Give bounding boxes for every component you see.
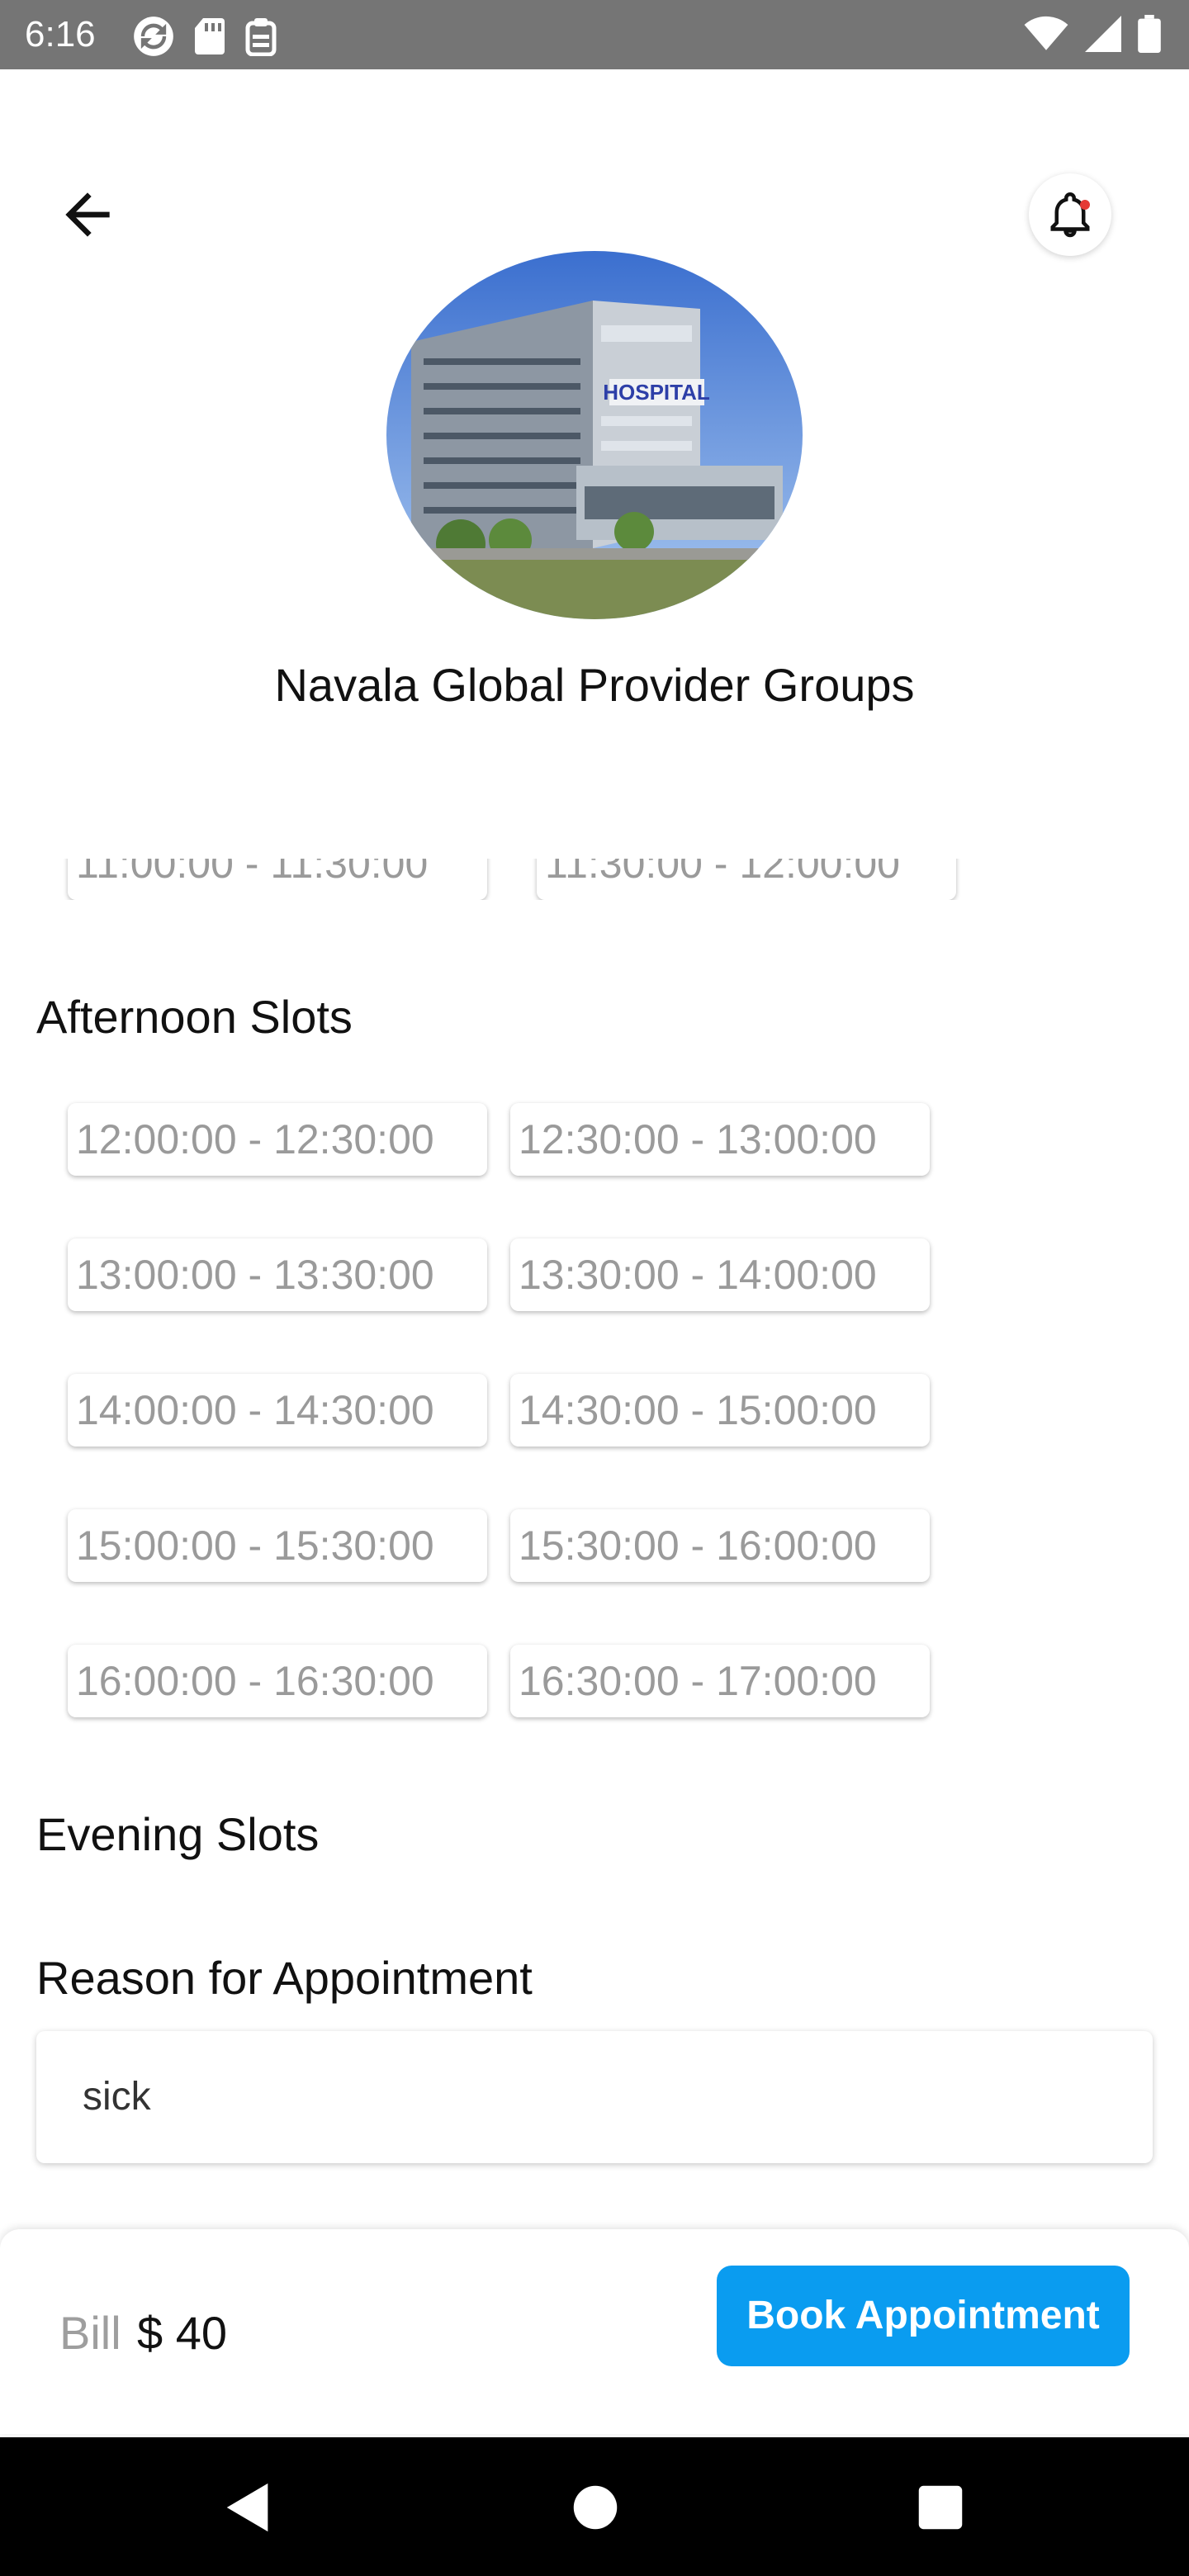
afternoon-slots-title: Afternoon Slots <box>36 991 353 1043</box>
nav-home-icon[interactable] <box>566 2479 624 2536</box>
time-slot[interactable]: 14:00:00 - 14:30:00 <box>68 1374 487 1447</box>
status-bar: 6:16 <box>0 0 1189 69</box>
hospital-image: HOSPITAL <box>386 251 803 619</box>
time-slot[interactable]: 13:30:00 - 14:00:00 <box>510 1238 930 1311</box>
battery-icon <box>1138 15 1161 53</box>
navigation-bar <box>0 2437 1189 2576</box>
bill-label: Bill <box>59 2307 121 2359</box>
time-slot[interactable]: 11:00:00 - 11:30:00 <box>68 859 487 900</box>
bill-bar: Bill $ 40 Book Appointment <box>0 2229 1189 2434</box>
time-slot[interactable]: 16:30:00 - 17:00:00 <box>510 1645 930 1717</box>
reason-title: Reason for Appointment <box>36 1952 533 2004</box>
signal-icon <box>1085 16 1121 52</box>
sd-card-icon <box>195 18 225 54</box>
provider-name: Navala Global Provider Groups <box>274 659 915 711</box>
time-slot[interactable]: 15:00:00 - 15:30:00 <box>68 1509 487 1582</box>
time-slot[interactable]: 16:00:00 - 16:30:00 <box>68 1645 487 1717</box>
time-slot[interactable]: 12:00:00 - 12:30:00 <box>68 1103 487 1176</box>
provider-avatar: HOSPITAL <box>386 251 803 619</box>
bell-icon <box>1050 192 1090 238</box>
evening-slots-title: Evening Slots <box>36 1808 320 1860</box>
clipboard-icon <box>245 18 277 56</box>
nav-recents-icon[interactable] <box>912 2479 969 2536</box>
status-time: 6:16 <box>25 14 96 54</box>
time-slot[interactable]: 14:30:00 - 15:00:00 <box>510 1374 930 1447</box>
sync-icon <box>134 17 173 56</box>
time-slot[interactable]: 15:30:00 - 16:00:00 <box>510 1509 930 1582</box>
bill-amount: $ 40 <box>137 2307 227 2359</box>
notification-button[interactable] <box>1029 173 1111 256</box>
arrow-left-icon <box>65 192 110 237</box>
book-appointment-button[interactable]: Book Appointment <box>717 2266 1130 2366</box>
notification-dot <box>1080 200 1090 210</box>
wifi-icon <box>1024 16 1068 50</box>
time-slot[interactable]: 11:30:00 - 12:00:00 <box>537 859 956 900</box>
nav-back-icon[interactable] <box>220 2479 277 2536</box>
time-slot[interactable]: 12:30:00 - 13:00:00 <box>510 1103 930 1176</box>
back-button[interactable] <box>54 182 121 248</box>
time-slot[interactable]: 13:00:00 - 13:30:00 <box>68 1238 487 1311</box>
morning-slots-clipped: 11:00:00 - 11:30:00 11:30:00 - 12:00:00 <box>0 859 1189 900</box>
reason-input[interactable]: sick <box>36 2031 1153 2163</box>
hospital-sign: HOSPITAL <box>603 380 710 405</box>
